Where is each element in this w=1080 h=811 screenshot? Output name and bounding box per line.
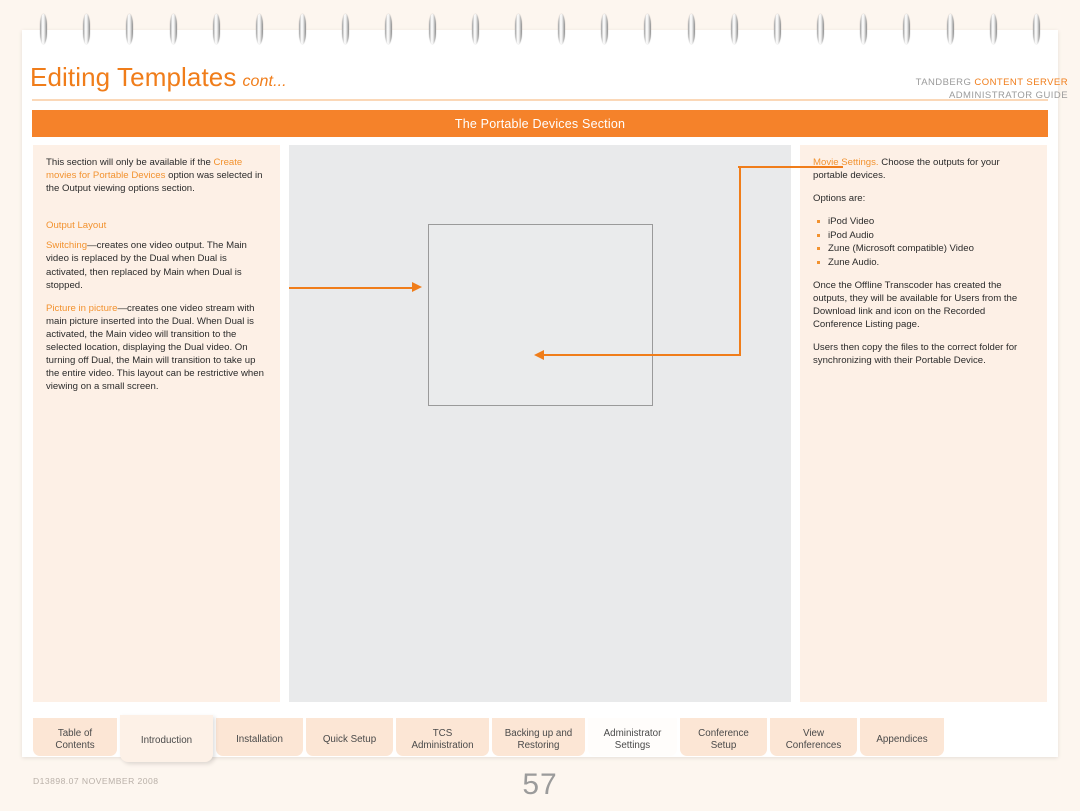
page-number: 57: [522, 768, 558, 801]
left-text-column: This section will only be available if t…: [33, 145, 280, 702]
column-spacer: [46, 205, 267, 219]
arrow-right-icon: [412, 282, 422, 292]
spiral-binding: [40, 12, 1040, 46]
spiral-ring: [255, 14, 263, 44]
pip-paragraph: Picture in picture—creates one video str…: [46, 302, 267, 394]
callout-left-line: [289, 287, 414, 289]
tab-table-of-contents[interactable]: Table of Contents: [33, 718, 117, 756]
switching-paragraph: Switching—creates one video output. The …: [46, 239, 267, 291]
sync-paragraph: Users then copy the files to the correct…: [813, 342, 1018, 367]
portable-output-options-list: iPod Video iPod Audio Zune (Microsoft comp…: [817, 215, 1034, 269]
spiral-ring: [40, 14, 47, 44]
spiral-ring: [601, 14, 609, 44]
section-tab-bar: Table of Contents Introduction Installatio…: [33, 715, 1047, 762]
callout-right-line-bottom: [542, 354, 741, 356]
guide-product: CONTENT SERVER: [974, 77, 1068, 88]
guide-brand: TANDBERG: [915, 77, 975, 88]
spiral-ring: [773, 14, 781, 44]
spiral-ring: [1032, 14, 1040, 44]
spiral-ring: [212, 14, 220, 44]
tab-installation[interactable]: Installation: [216, 718, 303, 756]
intro-part-1: This section will only be available if t…: [46, 157, 214, 168]
header-rule: [32, 99, 1048, 101]
tab-appendices[interactable]: Appendices: [860, 718, 944, 756]
spiral-ring: [860, 14, 868, 44]
spiral-ring: [342, 14, 350, 44]
tab-tcs-administration[interactable]: TCS Administration: [396, 718, 489, 756]
page-title-text: Editing Templates: [30, 62, 237, 92]
pip-text: —creates one video stream with main pict…: [46, 302, 264, 393]
screenshot-placeholder: [428, 224, 653, 406]
spiral-ring: [514, 14, 522, 44]
spiral-ring: [946, 14, 954, 44]
spiral-ring: [687, 14, 695, 44]
option-list-item: Zune (Microsoft compatible) Video: [817, 242, 1034, 255]
pip-label: Picture in picture: [46, 302, 118, 314]
spiral-ring: [471, 14, 479, 44]
spiral-ring: [299, 14, 307, 44]
option-list-item: iPod Video: [817, 215, 1034, 228]
content-columns: This section will only be available if t…: [33, 145, 1047, 702]
movie-settings-paragraph: Movie Settings. Choose the outputs for y…: [813, 156, 1034, 182]
spiral-ring: [126, 14, 134, 44]
tab-backing-up-and-restoring[interactable]: Backing up and Restoring: [492, 718, 585, 756]
spiral-ring: [169, 14, 177, 44]
spiral-ring: [644, 14, 652, 44]
guide-label-line1: TANDBERG CONTENT SERVER: [916, 76, 1068, 89]
spiral-ring: [989, 14, 997, 44]
option-list-item: iPod Audio: [817, 229, 1034, 242]
tab-conference-setup[interactable]: Conference Setup: [680, 718, 767, 756]
spiral-ring: [903, 14, 911, 44]
spiral-ring: [817, 14, 825, 44]
tab-administrator-settings[interactable]: Administrator Settings: [588, 718, 677, 756]
transcoder-paragraph: Once the Offline Transcoder has created …: [813, 279, 1018, 331]
right-text-column: Movie Settings. Choose the outputs for y…: [800, 145, 1047, 702]
option-list-item: Zune Audio.: [817, 256, 1034, 269]
spiral-ring: [428, 14, 436, 44]
tab-introduction[interactable]: Introduction: [120, 715, 213, 762]
spiral-ring: [558, 14, 566, 44]
callout-right-line-vertical: [739, 166, 741, 356]
page-title: Editing Templates cont...: [30, 62, 287, 93]
section-banner: The Portable Devices Section: [32, 110, 1048, 137]
output-layout-heading: Output Layout: [46, 220, 107, 232]
intro-paragraph: This section will only be available if t…: [46, 156, 267, 195]
options-intro: Options are:: [813, 193, 866, 205]
arrow-left-icon: [534, 350, 544, 360]
callout-right-line-top: [738, 166, 843, 168]
tab-quick-setup[interactable]: Quick Setup: [306, 718, 393, 756]
switching-label: Switching: [46, 240, 88, 252]
center-screenshot-panel: [289, 145, 843, 702]
tab-view-conferences[interactable]: View Conferences: [770, 718, 857, 756]
page-title-continued: cont...: [242, 73, 287, 90]
spiral-ring: [385, 14, 393, 44]
spiral-ring: [83, 14, 91, 44]
spiral-ring: [730, 14, 738, 44]
